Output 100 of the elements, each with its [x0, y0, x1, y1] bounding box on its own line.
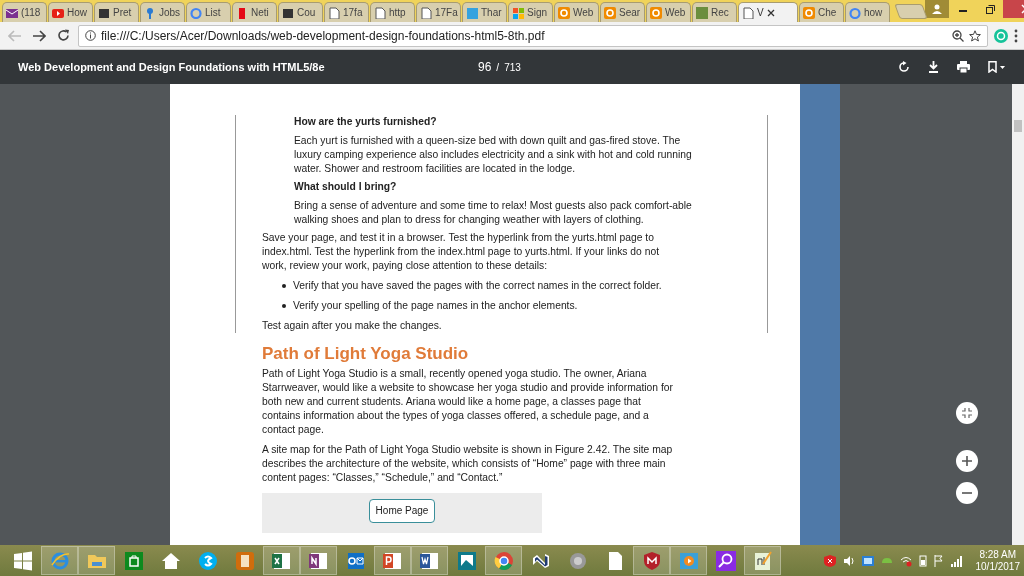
document-app-icon — [419, 550, 440, 571]
paragraph: Save your page, and test it in a browser. Test the hyperlink from the yurts.html page to index.html. Test the hyperlink from the index.html page to yurts.html. If your links do not work, review your work, paying close attention to these details: — [262, 231, 660, 273]
bullet-text: Verify that you have saved the pages with the correct names in the correct folder. — [293, 279, 662, 293]
download-icon[interactable] — [928, 61, 939, 73]
document-icon — [420, 6, 432, 19]
paragraph: Each yurt is furnished with a queen-size bed with down quilt and gas-fired stove. The luxury camping experience also includes electricity and a sink with hot and cold running water. Shower and restroom facilities are located in the lodge. — [294, 134, 693, 176]
page-number-field[interactable]: 96 — [478, 60, 492, 74]
zoom-out-button[interactable] — [956, 482, 978, 504]
house-icon — [160, 550, 181, 571]
taskbar-button[interactable] — [263, 546, 300, 575]
taskbar-button[interactable] — [411, 546, 448, 575]
shopping-bag-icon — [123, 550, 144, 571]
bar-icon — [236, 6, 248, 19]
volume-icon[interactable] — [842, 554, 855, 567]
plus-icon — [962, 456, 972, 466]
network-icon[interactable] — [899, 554, 912, 567]
ring-tile-icon — [604, 6, 616, 19]
shield-alert-icon[interactable] — [823, 554, 836, 567]
browser-tab[interactable]: Web — [554, 2, 599, 22]
browser-tab[interactable]: Web — [646, 2, 691, 22]
scrollbar[interactable] — [1012, 84, 1024, 545]
filled-square-icon — [98, 6, 110, 19]
page-total: 713 — [504, 62, 521, 73]
document-icon — [374, 6, 386, 19]
browser-tab[interactable]: 17fa — [324, 2, 369, 22]
envelope-icon — [6, 6, 18, 19]
section-heading: Path of Light Yoga Studio — [262, 347, 470, 361]
browser-tab[interactable]: Sear — [600, 2, 645, 22]
browser-tab[interactable]: Sign — [508, 2, 553, 22]
close-icon[interactable] — [766, 8, 775, 17]
user-icon — [932, 4, 942, 14]
bullet-dot — [282, 304, 286, 308]
browser-tab[interactable]: (118 — [2, 2, 47, 22]
four-squares-icon — [512, 6, 524, 19]
ring-icon — [190, 6, 202, 19]
signal-icon[interactable] — [950, 554, 963, 567]
browser-tab[interactable]: List — [186, 2, 231, 22]
paragraph: Path of Light Yoga Studio is a small, recently opened yoga studio. The owner, Ariana Starrweaver, would like a website to showcase her yoga studio and provide information for both new and current students. Ariana would like a home page, a classes page that contains information about the types of yoga classes offered, a schedule page, and a contact page. — [262, 367, 674, 437]
menu-icon[interactable] — [1014, 28, 1018, 43]
browser-tab[interactable]: Thar — [462, 2, 507, 22]
shield-icon — [641, 550, 662, 571]
address-field[interactable]: file:///C:/Users/Acer/Downloads/web-development-design-foundations-html5-8th.pdf — [78, 24, 988, 47]
notebook-icon — [308, 550, 329, 571]
mail-app-icon — [345, 550, 366, 571]
browser-tab[interactable]: V — [738, 2, 798, 22]
browser-tab[interactable]: 17Fa — [416, 2, 461, 22]
paragraph: A site map for the Path of Light Yoga Studio website is shown in Figure 2.42. The site map describes the architecture of the website, which consists of “Home” page with three main content pages: “Classes,” “Schedule,” and “Contact.” — [262, 443, 674, 485]
browser-tab[interactable]: http — [370, 2, 415, 22]
document-title: Web Development and Design Foundations with HTML5/8e — [18, 61, 326, 73]
play-icon — [52, 6, 64, 19]
bookmark-icon[interactable] — [988, 61, 1006, 73]
spreadsheet-icon — [271, 550, 292, 571]
keyboard-icon[interactable] — [861, 554, 874, 567]
square-tile-icon — [696, 6, 708, 19]
bullet-dot — [282, 284, 286, 288]
magnifier-icon — [715, 550, 736, 571]
browser-tab[interactable]: Pret — [94, 2, 139, 22]
zoom-in-button[interactable] — [956, 450, 978, 472]
picture-icon — [456, 550, 477, 571]
browser-tab[interactable]: Jobs — [140, 2, 185, 22]
document-icon — [328, 6, 340, 19]
browser-tab[interactable]: How — [48, 2, 93, 22]
chrome-icon — [493, 550, 514, 571]
subheading: How are the yurts furnished? — [294, 115, 438, 129]
rotate-icon[interactable] — [898, 61, 910, 73]
clock-date[interactable]: 10/1/2017 — [975, 560, 1020, 573]
ring-tile-icon — [803, 6, 815, 19]
restore-icon — [984, 4, 995, 14]
forward-arrow-icon — [32, 29, 46, 42]
windows-logo-icon — [12, 550, 33, 571]
play-button-icon — [678, 550, 699, 571]
flag-icon[interactable] — [933, 554, 944, 567]
info-icon — [85, 30, 96, 41]
ring-tile-icon — [558, 6, 570, 19]
page-separator: / — [496, 62, 500, 73]
sitemap-node: Home Page — [368, 499, 436, 523]
subheading: What should I bring? — [294, 180, 398, 194]
taskbar-button[interactable] — [300, 546, 337, 575]
paragraph: Bring a sense of adventure and some time to relax! Most guests also pack comfort-able walking shoes and plan to dress for changing weather with layers of clothing. — [294, 199, 693, 227]
zoom-icon[interactable] — [952, 29, 964, 42]
fit-page-button[interactable] — [956, 402, 978, 424]
notepad-icon — [752, 550, 773, 571]
browser-tab[interactable]: Cou — [278, 2, 323, 22]
fit-icon — [962, 408, 972, 418]
browser-tab[interactable]: Rec — [692, 2, 737, 22]
pin-icon — [144, 6, 156, 19]
star-icon[interactable] — [969, 29, 981, 42]
filled-square-icon — [282, 6, 294, 19]
clock-time[interactable]: 8:28 AM — [979, 548, 1017, 561]
print-icon[interactable] — [957, 61, 970, 73]
battery-icon[interactable] — [918, 554, 927, 567]
ring-tile-icon — [650, 6, 662, 19]
browser-tab[interactable]: Che — [799, 2, 844, 22]
square-icon — [466, 6, 478, 19]
browser-tab[interactable]: how — [845, 2, 890, 22]
bullet-text: Verify your spelling of the page names in the anchor elements. — [293, 299, 578, 313]
browser-tab[interactable]: Neti — [232, 2, 277, 22]
paragraph: Test again after you make the changes. — [262, 319, 443, 333]
reload-icon — [56, 29, 70, 42]
back-arrow-icon — [8, 29, 22, 42]
